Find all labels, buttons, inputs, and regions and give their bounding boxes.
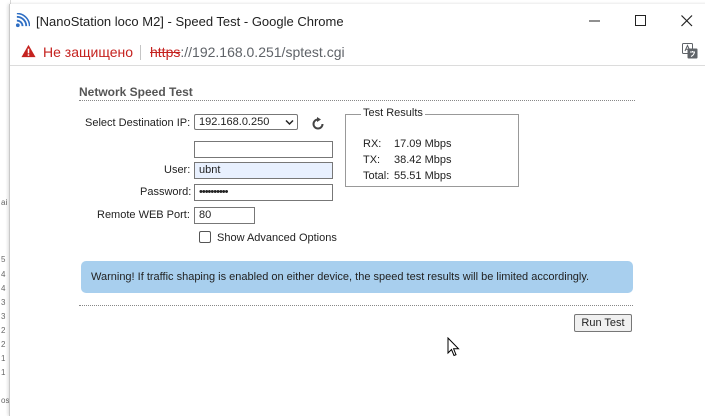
- total-value: 55.51 Mbps: [394, 170, 452, 182]
- destination-ip-select[interactable]: 192.168.0.250: [194, 114, 298, 130]
- background-glyph: 3: [1, 298, 6, 307]
- destination-ip-label: Select Destination IP:: [85, 117, 191, 129]
- translate-icon[interactable]: [682, 43, 698, 59]
- security-status[interactable]: Не защищено: [43, 44, 133, 60]
- address-bar[interactable]: Не защищено https://192.168.0.251/sptest…: [10, 37, 705, 66]
- wireless-signal-icon: [15, 13, 30, 28]
- custom-ip-input[interactable]: [194, 141, 333, 158]
- chevron-down-icon: [285, 119, 294, 126]
- background-glyph: 4: [1, 284, 6, 293]
- maximize-icon: [635, 15, 646, 26]
- total-label: Total:: [363, 170, 390, 182]
- background-glyph: 2: [1, 326, 6, 335]
- run-test-button[interactable]: Run Test: [574, 314, 632, 332]
- rx-label: RX:: [363, 138, 382, 150]
- bottom-divider: [79, 305, 633, 306]
- background-glyph: 4: [1, 270, 6, 279]
- background-glyph: 2: [1, 340, 6, 349]
- user-label: User:: [164, 164, 191, 176]
- user-input[interactable]: ubnt: [194, 162, 333, 179]
- test-results-legend: Test Results: [361, 107, 425, 119]
- mouse-cursor-icon: [447, 337, 460, 357]
- traffic-shaping-warning: Warning! If traffic shaping is enabled o…: [81, 261, 633, 293]
- section-divider: [79, 100, 635, 101]
- warning-triangle-icon: [21, 44, 36, 58]
- password-label: Password:: [140, 186, 192, 198]
- address-separator: [140, 45, 141, 60]
- background-glyph: 3: [1, 312, 6, 321]
- minimize-icon: [589, 20, 600, 22]
- remote-port-input[interactable]: 80: [194, 207, 255, 224]
- advanced-options-checkbox[interactable]: [199, 231, 211, 243]
- refresh-icon[interactable]: [311, 117, 325, 131]
- background-glyph: 1: [1, 368, 6, 377]
- close-button[interactable]: [673, 10, 703, 32]
- minimize-button[interactable]: [581, 10, 611, 32]
- destination-ip-value: 192.168.0.250: [199, 116, 270, 128]
- warning-text: Warning! If traffic shaping is enabled o…: [91, 271, 590, 283]
- url-text[interactable]: https://192.168.0.251/sptest.cgi: [150, 44, 345, 60]
- close-icon: [681, 15, 693, 27]
- maximize-button[interactable]: [627, 10, 657, 32]
- tx-value: 38.42 Mbps: [394, 154, 452, 166]
- background-glyph: 1: [1, 354, 6, 363]
- title-bar[interactable]: [NanoStation loco M2] - Speed Test - Goo…: [10, 4, 705, 37]
- url-path: ://192.168.0.251/sptest.cgi: [180, 44, 345, 60]
- browser-popup-window: [NanoStation loco M2] - Speed Test - Goo…: [9, 4, 705, 416]
- tx-label: TX:: [363, 154, 381, 166]
- rx-value: 17.09 Mbps: [394, 138, 452, 150]
- remote-port-label: Remote WEB Port:: [97, 209, 190, 221]
- advanced-options-label[interactable]: Show Advanced Options: [217, 232, 337, 244]
- page-content: Network Speed Test Select Destination IP…: [10, 66, 705, 416]
- background-glyph: 5: [1, 255, 6, 264]
- background-glyph: ai: [1, 198, 8, 207]
- window-title: [NanoStation loco M2] - Speed Test - Goo…: [36, 14, 344, 29]
- section-title: Network Speed Test: [79, 85, 193, 99]
- password-input[interactable]: ••••••••••: [194, 184, 333, 201]
- url-scheme: https: [150, 44, 181, 60]
